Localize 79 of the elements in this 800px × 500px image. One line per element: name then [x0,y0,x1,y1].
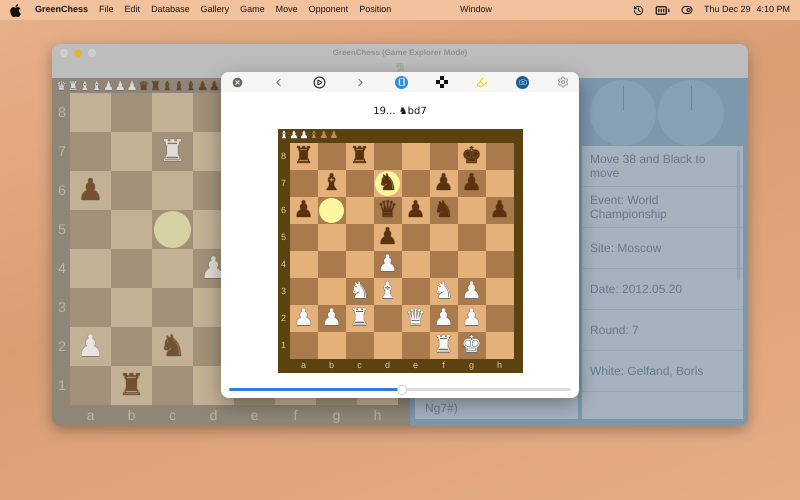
chess-piece: ♞ [159,332,186,362]
file-label: f [442,359,445,372]
chess-piece: ♝ [309,131,318,141]
board-square[interactable]: ♞ [152,327,193,366]
chess-piece: ♜ [68,80,79,92]
chess-piece: ♝ [174,80,184,92]
clock-date[interactable]: Thu Dec 29 [704,3,750,17]
file-label: c [357,359,362,372]
menu-item[interactable]: Gallery [200,3,230,17]
chess-piece: ♟ [77,176,104,206]
file-label: e [412,359,418,372]
close-icon[interactable] [231,76,244,88]
notebook-icon[interactable] [395,76,408,88]
rank-label: 6 [280,204,286,217]
checkerboard-icon[interactable] [436,76,448,88]
chess-piece: ♟ [319,131,328,141]
board-square[interactable]: ♜ [111,366,152,405]
chess-piece: ♜ [159,136,186,166]
menu-item[interactable]: Database [151,3,190,17]
settings-icon[interactable] [557,76,569,88]
chess-piece: ♛ [56,80,67,92]
chess-piece: ♟ [103,80,114,92]
highlighter-icon[interactable] [476,76,488,88]
menu-item[interactable]: Window [460,3,492,17]
chess-piece: ♟ [126,80,138,92]
app-menu[interactable]: GreenChess [35,3,88,17]
move-slider[interactable] [229,384,571,394]
play-icon[interactable] [313,76,326,88]
menu-item[interactable]: Position [359,3,392,17]
chess-piece: ♟ [289,131,298,141]
info-row-text: White: Gelfand, Boris [590,364,704,378]
chess-piece: ♟ [329,131,338,141]
file-label: a [300,359,306,372]
rank-label: 7 [280,176,286,190]
clock-time[interactable]: 4:10 PM [756,3,790,17]
move-title: 19... ♞bd7 [373,105,427,119]
menu-item[interactable]: File [99,3,114,17]
minimize-window-button[interactable] [74,49,82,57]
menu-item[interactable]: Game [240,3,265,17]
chess-piece: ♟ [208,80,220,92]
info-row-text: Round: 7 [590,323,639,337]
rank-label: 2 [280,312,286,325]
info-row-text: Date: 2012.05.20 [590,282,682,296]
chess-piece: ♝ [91,80,102,92]
board-square[interactable]: ♟ [70,171,111,210]
chess-piece: ♝ [185,80,196,92]
chess-piece: ♟ [200,254,227,284]
rank-label: 4 [280,258,286,271]
chess-piece: ♝ [80,80,90,92]
info-row-text: Site: Moscow [590,241,662,255]
info-row-text: Event: World Championship [590,193,668,221]
file-label: h [496,359,502,372]
toggle-icon[interactable] [680,4,693,16]
chess-piece: ♝ [280,131,288,141]
file-label: d [384,359,390,372]
chess-piece: ♝ [162,80,173,92]
file-label: b [328,359,334,372]
slider-thumb[interactable] [397,384,408,394]
rank-label: 8 [280,150,286,163]
chess-piece: ♟ [114,80,126,92]
menu-item[interactable]: Opponent [308,3,348,17]
board-square[interactable]: ♜ [152,132,193,171]
rank-label: 3 [280,284,286,298]
apple-logo-icon[interactable] [10,4,21,16]
chess-piece: ♟ [77,332,104,362]
camera-icon[interactable] [516,76,529,88]
chess-piece: ♜ [150,80,161,92]
menu-item[interactable]: Move [276,3,298,17]
info-row-text: Move 38 and Black to move [590,152,706,180]
file-label: g [468,359,474,372]
history-icon[interactable] [632,4,644,16]
rank-label: 5 [280,230,286,244]
menu-item[interactable]: Edit [124,3,140,17]
chess-piece: ♛ [138,80,150,92]
chess-piece: ♟ [197,80,208,92]
chess-piece: ♟ [299,131,308,141]
rank-label: 1 [280,338,286,352]
knight-icon[interactable] [394,62,406,73]
chess-piece: ♜ [118,370,145,400]
